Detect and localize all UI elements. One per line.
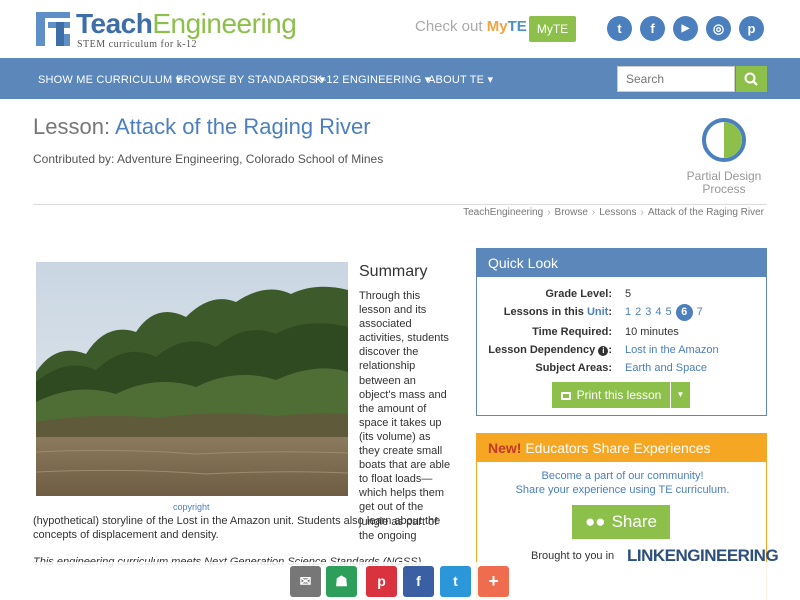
divider	[33, 204, 767, 205]
summary-heading: Summary	[359, 263, 428, 280]
unit-lesson-3[interactable]: 3	[645, 306, 651, 318]
grade-level-label: Grade Level:	[545, 288, 612, 300]
youtube-icon[interactable]: ▶	[673, 16, 698, 41]
unit-lesson-4[interactable]: 4	[655, 306, 661, 318]
unit-label-suffix: :	[608, 306, 612, 318]
lesson-title: Attack of the Raging River	[114, 114, 371, 139]
dep-label-text: Lesson Dependency	[488, 344, 596, 356]
breadcrumb-current: Attack of the Raging River	[647, 207, 764, 218]
logo-tagline: STEM curriculum for k-12	[77, 39, 198, 50]
unit-lesson-2[interactable]: 2	[635, 306, 641, 318]
subject-area-link[interactable]: Earth and Space	[625, 362, 707, 374]
unit-lesson-7[interactable]: 7	[697, 306, 703, 318]
brought-to-you-text: Brought to you in	[531, 550, 615, 562]
share-experience-line: Share your experience using TE curriculu…	[515, 484, 730, 496]
floating-share-bar	[0, 562, 800, 600]
subject-value-wrap: Earth and Space	[625, 362, 707, 374]
users-icon: ●●	[585, 512, 606, 531]
myte-button[interactable]: MyTE	[529, 16, 576, 42]
breadcrumb-lessons[interactable]: Lessons	[599, 207, 636, 218]
design-process-icon[interactable]	[702, 118, 746, 162]
page-title: Lesson: Attack of the Raging River	[33, 114, 371, 140]
breadcrumb-browse[interactable]: Browse	[555, 207, 588, 218]
nav-browse-by-standards[interactable]: BROWSE BY STANDARDS ▾	[176, 73, 325, 86]
unit-lesson-1[interactable]: 1	[625, 306, 631, 318]
search-input[interactable]	[617, 66, 735, 92]
print-options-dropdown[interactable]: ▼	[671, 382, 690, 408]
breadcrumb-teachengineering[interactable]: TeachEngineering	[463, 207, 543, 218]
unit-link[interactable]: Unit	[587, 306, 608, 318]
quick-look-heading: Quick Look	[477, 249, 766, 277]
search-button[interactable]	[736, 66, 767, 92]
educators-heading: New! Educators Share Experiences	[477, 434, 766, 462]
caret-down-icon: ▼	[676, 390, 685, 399]
unit-lesson-5[interactable]: 5	[666, 306, 672, 318]
print-lesson-button[interactable]: Print this lesson	[552, 382, 670, 408]
more-share-icon[interactable]: +	[478, 566, 509, 597]
unit-lessons-list: 1234567	[625, 304, 707, 321]
logo-engineering: Engineering	[152, 8, 297, 39]
unit-label-prefix: Lessons in this	[503, 306, 587, 318]
pinterest-share-icon[interactable]: p	[366, 566, 397, 597]
search-icon	[744, 72, 758, 86]
grade-level-value: 5	[625, 288, 632, 300]
email-share-icon[interactable]: ✉	[290, 566, 321, 597]
unit-lessons-label: Lessons in this Unit:	[504, 306, 612, 318]
checkout-te: TE	[507, 18, 527, 35]
lesson-dependency-label: Lesson Dependency i:	[488, 344, 612, 356]
contributed-by: Contributed by: Adventure Engineering, C…	[33, 152, 384, 166]
checkout-my: My	[486, 18, 508, 35]
google-classroom-icon[interactable]: ☗	[326, 566, 357, 597]
lesson-dependency-link[interactable]: Lost in the Amazon	[625, 344, 719, 356]
share-label: Share	[611, 512, 657, 531]
info-icon[interactable]: i	[598, 346, 609, 356]
summary-text-continued: (hypothetical) storyline of the Lost in …	[33, 515, 441, 542]
unit-lesson-current: 6	[675, 304, 693, 321]
logo-teach: Teach	[76, 8, 153, 39]
new-badge: New!	[488, 440, 522, 456]
time-required-value: 10 minutes	[625, 326, 679, 338]
pinterest-icon[interactable]: p	[739, 16, 764, 41]
nav-k12-engineering[interactable]: K-12 ENGINEERING ▾	[315, 73, 430, 86]
subject-areas-label: Subject Areas:	[535, 362, 612, 374]
logo-icon[interactable]	[36, 12, 70, 46]
twitter-icon[interactable]: t	[607, 16, 632, 41]
site-header: TeachEngineering STEM curriculum for k-1…	[0, 0, 800, 58]
educators-heading-text: Educators Share Experiences	[521, 440, 711, 456]
lesson-photo	[36, 262, 348, 496]
nav-about-te[interactable]: ABOUT TE ▾	[428, 73, 493, 86]
nav-show-me-curriculum[interactable]: SHOW ME CURRICULUM ▾	[38, 73, 181, 86]
print-lesson-label: Print this lesson	[576, 388, 662, 402]
instagram-icon[interactable]: ◎	[706, 16, 731, 41]
design-process-label[interactable]: Partial Design Process	[678, 170, 770, 196]
checkout-label: Check out	[415, 18, 483, 35]
twitter-share-icon[interactable]: t	[440, 566, 471, 597]
logo-wordmark[interactable]: TeachEngineering	[76, 8, 297, 40]
dep-value-wrap: Lost in the Amazon	[625, 344, 719, 356]
time-required-label: Time Required:	[532, 326, 612, 338]
breadcrumb: TeachEngineering › Browse › Lessons › Attack o…	[463, 207, 764, 218]
facebook-share-icon[interactable]: f	[403, 566, 434, 597]
checkout-myte-text: Check out MyTE	[415, 18, 527, 35]
facebook-icon[interactable]: f	[640, 16, 665, 41]
photo-copyright-link[interactable]: copyright	[173, 502, 210, 512]
community-line: Become a part of our community!	[541, 470, 704, 482]
lesson-prefix: Lesson:	[33, 114, 115, 139]
summary-text: Through this lesson and its associated a…	[359, 290, 451, 542]
share-button[interactable]: ●● Share	[572, 505, 670, 539]
printer-icon	[560, 392, 571, 400]
